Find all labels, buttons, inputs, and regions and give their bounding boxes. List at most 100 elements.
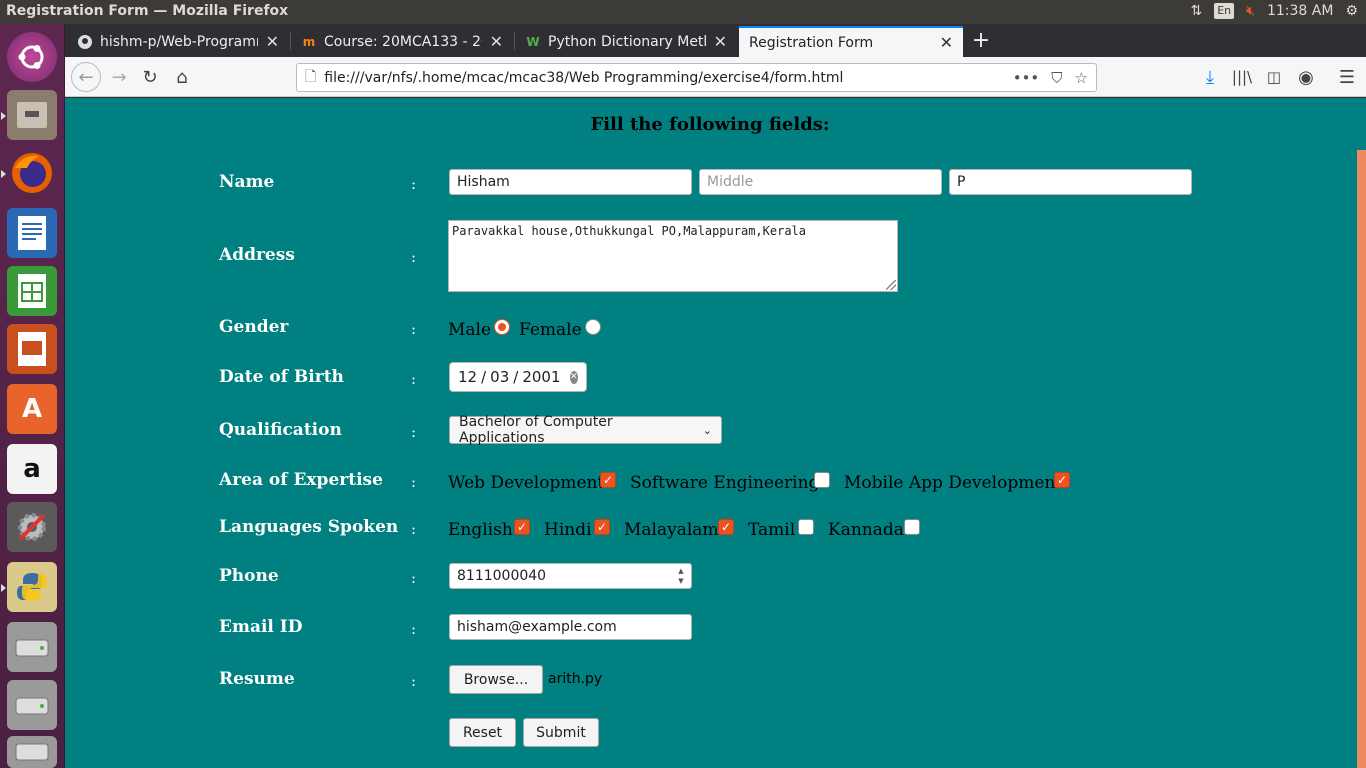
pocket-icon[interactable]: ⛉ [1051, 69, 1062, 87]
reload-icon[interactable]: ↻ [136, 63, 164, 91]
phone-label: Phone [219, 566, 279, 586]
colon: : [411, 569, 417, 587]
url-text[interactable]: file:///var/nfs/.home/mcac/mcac38/Web Pr… [324, 70, 1012, 86]
colon: : [411, 423, 417, 441]
volume-muted-icon[interactable]: 🔇︎ [1246, 3, 1255, 19]
language-kannada-checkbox[interactable] [904, 519, 920, 535]
number-spinner[interactable]: ▲ ▼ [675, 566, 687, 586]
files-icon[interactable] [7, 90, 57, 140]
close-tab-icon[interactable]: ✕ [940, 33, 953, 52]
submit-button[interactable]: Submit [523, 718, 599, 747]
dob-label: Date of Birth [219, 367, 344, 387]
new-tab-icon[interactable]: + [967, 26, 995, 54]
close-tab-icon[interactable]: ✕ [714, 32, 727, 51]
language-hindi-label: Hindi [544, 520, 592, 540]
resume-label: Resume [219, 669, 295, 689]
close-tab-icon[interactable]: ✕ [490, 32, 503, 51]
tab-python-dictionary[interactable]: W Python Dictionary Metho ✕ [515, 26, 737, 57]
page-actions-icon[interactable]: ••• [1013, 69, 1040, 87]
downloads-icon[interactable]: ⤓ [1196, 63, 1224, 91]
back-icon[interactable]: ← [71, 62, 101, 92]
window-title: Registration Form — Mozilla Firefox [6, 3, 289, 19]
email-label: Email ID [219, 617, 303, 637]
running-indicator [1, 584, 6, 592]
python-icon[interactable] [7, 562, 57, 612]
resize-grip-icon[interactable] [886, 280, 896, 290]
expertise-software-checkbox[interactable] [814, 472, 830, 488]
dob-month[interactable]: 03 [490, 368, 509, 386]
keyboard-layout-indicator[interactable]: En [1214, 3, 1235, 19]
account-icon[interactable]: ◉ [1292, 63, 1320, 91]
drive-icon[interactable] [7, 736, 57, 768]
libreoffice-impress-icon[interactable] [7, 324, 57, 374]
chevron-down-icon: ⌄ [702, 423, 712, 437]
colon: : [411, 175, 417, 193]
phone-input[interactable]: 8111000040 ▲ ▼ [449, 563, 692, 589]
tab-registration-form[interactable]: Registration Form ✕ [739, 26, 963, 57]
tab-github[interactable]: hishm-p/Web-Programm ✕ [67, 26, 289, 57]
language-english-checkbox[interactable]: ✓ [514, 519, 530, 535]
page-scrollbar[interactable] [1355, 98, 1366, 768]
tab-label: Python Dictionary Metho [548, 33, 706, 50]
colon: : [411, 320, 417, 338]
language-malayalam-label: Malayalam [624, 520, 719, 540]
colon: : [411, 473, 417, 491]
reset-button[interactable]: Reset [449, 718, 516, 747]
libreoffice-writer-icon[interactable] [7, 208, 57, 258]
last-name-input[interactable]: P [949, 169, 1192, 195]
clear-date-icon[interactable]: ✕ [569, 370, 578, 384]
url-bar[interactable]: 🗋︎ file:///var/nfs/.home/mcac/mcac38/Web… [296, 63, 1097, 92]
dob-year[interactable]: 2001 [522, 368, 560, 386]
language-english-label: English [448, 520, 513, 540]
menu-icon[interactable]: ☰ [1333, 63, 1361, 91]
gender-female-radio[interactable] [585, 319, 601, 335]
gender-male-radio[interactable] [494, 319, 510, 335]
moodle-icon: m [302, 34, 316, 49]
language-tamil-checkbox[interactable] [798, 519, 814, 535]
colon: : [411, 370, 417, 388]
expertise-web-checkbox[interactable]: ✓ [600, 472, 616, 488]
libreoffice-calc-icon[interactable] [7, 266, 57, 316]
expertise-software-label: Software Engineering [630, 473, 820, 493]
dob-day[interactable]: 12 [458, 368, 477, 386]
network-transfer-icon[interactable]: ⇅ [1191, 3, 1203, 19]
tab-course[interactable]: m Course: 20MCA133 - 202 ✕ [291, 26, 513, 57]
dob-date-input[interactable]: 12 / 03 / 2001 ✕ [449, 362, 587, 392]
expertise-mobile-checkbox[interactable]: ✓ [1054, 472, 1070, 488]
browse-button[interactable]: Browse... [449, 665, 543, 694]
drive-icon[interactable] [7, 680, 57, 730]
date-separator: / [481, 368, 487, 386]
language-malayalam-checkbox[interactable]: ✓ [718, 519, 734, 535]
software-center-icon[interactable]: A [7, 384, 57, 434]
github-icon [77, 34, 93, 50]
spin-up-icon[interactable]: ▲ [675, 566, 687, 576]
home-icon[interactable]: ⌂ [168, 63, 196, 91]
library-icon[interactable]: |||\ [1228, 63, 1256, 91]
spin-down-icon[interactable]: ▼ [675, 576, 687, 586]
clock[interactable]: 11:38 AM [1267, 3, 1333, 19]
colon: : [411, 620, 417, 638]
ubuntu-dash-icon[interactable] [7, 32, 57, 82]
first-name-input[interactable]: Hisham [449, 169, 692, 195]
language-hindi-checkbox[interactable]: ✓ [594, 519, 610, 535]
qualification-select[interactable]: Bachelor of Computer Applications ⌄ [449, 414, 722, 446]
language-kannada-label: Kannada [828, 520, 904, 540]
tab-label: Course: 20MCA133 - 202 [324, 33, 482, 50]
power-settings-icon[interactable]: ⚙ [1345, 3, 1358, 19]
forward-icon[interactable]: → [105, 63, 133, 91]
close-tab-icon[interactable]: ✕ [266, 32, 279, 51]
address-textarea[interactable]: Paravakkal house,Othukkungal PO,Malappur… [448, 220, 898, 292]
sidebar-icon[interactable]: ◫ [1260, 63, 1288, 91]
amazon-icon[interactable]: a [7, 444, 57, 494]
system-settings-icon[interactable] [7, 502, 57, 552]
scrollbar-thumb[interactable] [1357, 150, 1366, 768]
firefox-icon[interactable] [7, 148, 57, 198]
bookmark-star-icon[interactable]: ☆ [1075, 69, 1088, 87]
middle-name-input[interactable]: Middle [699, 169, 942, 195]
drive-icon[interactable] [7, 622, 57, 672]
email-input[interactable]: hisham@example.com [449, 614, 692, 640]
gender-label: Gender [219, 317, 289, 337]
form-heading: Fill the following fields: [590, 114, 830, 135]
navigation-bar: ← → ↻ ⌂ 🗋︎ file:///var/nfs/.home/mcac/mc… [65, 57, 1366, 97]
running-indicator [1, 112, 6, 120]
